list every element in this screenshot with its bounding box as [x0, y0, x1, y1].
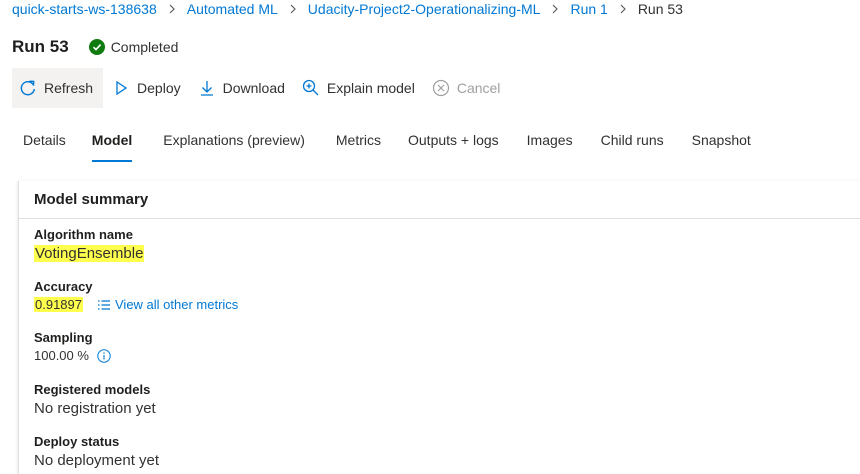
chevron-right-icon — [278, 4, 308, 14]
deploy-button[interactable]: Deploy — [103, 68, 189, 108]
download-icon — [197, 78, 217, 98]
view-all-metrics-label: View all other metrics — [115, 297, 239, 312]
breadcrumb: quick-starts-ws-138638 Automated ML Udac… — [12, 0, 683, 18]
tab-child-runs[interactable]: Child runs — [590, 126, 675, 162]
deploy-status-label: Deploy status — [34, 434, 120, 449]
sampling-value: 100.00 % — [34, 348, 89, 363]
model-summary-card: Model summary Algorithm name VotingEnsem… — [18, 181, 860, 474]
zoom-in-icon — [301, 78, 321, 98]
explain-model-label: Explain model — [326, 80, 415, 96]
tab-snapshot[interactable]: Snapshot — [681, 126, 762, 162]
registered-models-label: Registered models — [34, 382, 151, 397]
deploy-status-value: No deployment yet — [34, 452, 160, 469]
tab-details[interactable]: Details — [12, 126, 77, 162]
breadcrumb-current: Run 53 — [637, 1, 683, 17]
view-all-metrics-link[interactable]: View all other metrics — [97, 297, 238, 312]
algorithm-field: Algorithm name VotingEnsemble — [34, 227, 145, 262]
command-bar: Refresh Deploy Download Explain model Ca… — [12, 68, 508, 108]
explain-model-button[interactable]: Explain model — [293, 68, 423, 108]
cancel-button[interactable]: Cancel — [423, 68, 509, 108]
accuracy-value: 0.91897 — [34, 297, 83, 312]
tab-bar: Details Model Explanations (preview) Met… — [12, 126, 762, 162]
checkmark-circle-icon — [88, 39, 105, 55]
deploy-label: Deploy — [137, 80, 181, 96]
tab-images[interactable]: Images — [516, 126, 584, 162]
tab-metrics[interactable]: Metrics — [325, 126, 392, 162]
refresh-label: Refresh — [44, 80, 94, 96]
status-badge: Completed — [88, 39, 179, 55]
breadcrumb-workspace[interactable]: quick-starts-ws-138638 — [12, 1, 157, 17]
play-icon — [111, 78, 131, 98]
breadcrumb-automated-ml[interactable]: Automated ML — [187, 1, 278, 17]
card-title: Model summary — [19, 181, 860, 219]
chevron-right-icon — [157, 4, 187, 14]
info-icon[interactable] — [97, 348, 111, 363]
chevron-right-icon — [608, 4, 638, 14]
breadcrumb-parent-run[interactable]: Run 1 — [570, 1, 607, 17]
deploy-status-field: Deploy status No deployment yet — [34, 434, 159, 469]
tab-outputs-logs[interactable]: Outputs + logs — [397, 126, 510, 162]
page-title: Run 53 — [12, 37, 69, 56]
refresh-button[interactable]: Refresh — [12, 68, 104, 108]
registered-models-value: No registration yet — [34, 400, 156, 417]
tab-explanations[interactable]: Explanations (preview) — [152, 126, 316, 162]
sampling-field: Sampling 100.00 % — [34, 330, 111, 363]
download-label: Download — [222, 80, 285, 96]
algorithm-value: VotingEnsemble — [34, 245, 145, 262]
refresh-icon — [18, 78, 38, 98]
sampling-label: Sampling — [34, 330, 93, 345]
chevron-right-icon — [540, 4, 570, 14]
cancel-icon — [431, 78, 451, 98]
algorithm-label: Algorithm name — [34, 227, 133, 242]
bulleted-list-icon — [97, 299, 111, 311]
tab-model[interactable]: Model — [81, 126, 143, 162]
status-text: Completed — [110, 39, 179, 55]
download-button[interactable]: Download — [189, 68, 293, 108]
registered-models-field: Registered models No registration yet — [34, 382, 156, 417]
cancel-label: Cancel — [456, 80, 501, 96]
breadcrumb-experiment[interactable]: Udacity-Project2-Operationalizing-ML — [308, 1, 541, 17]
accuracy-label: Accuracy — [34, 279, 93, 294]
title-row: Run 53 Completed — [12, 36, 178, 58]
accuracy-field: Accuracy 0.91897 View all other metrics — [34, 279, 238, 312]
